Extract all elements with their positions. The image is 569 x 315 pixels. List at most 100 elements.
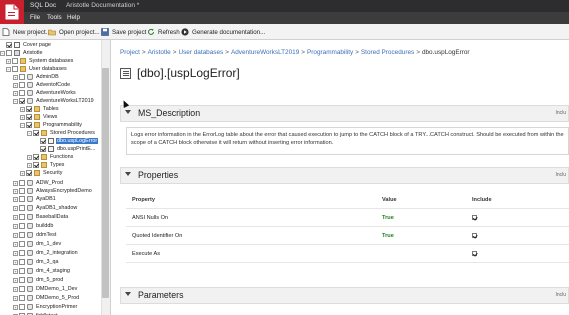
tree-item-proc-selected[interactable]: dbo.uspLogError <box>40 137 99 145</box>
breadcrumb-link[interactable]: Programmability <box>307 49 353 56</box>
expand-icon[interactable]: + <box>13 268 18 274</box>
expand-icon[interactable]: + <box>13 188 18 194</box>
tree-checkbox[interactable] <box>19 205 25 211</box>
tree-scrollbar-thumb[interactable] <box>102 68 109 298</box>
tree-checkbox[interactable] <box>19 74 25 80</box>
expand-icon[interactable]: + <box>13 180 18 186</box>
tree-item-database[interactable]: + AyaDB1_shadow <box>13 204 78 212</box>
collapse-icon[interactable]: − <box>20 122 25 128</box>
tree-checkbox[interactable] <box>19 259 25 265</box>
section-header-description[interactable]: MS_Description Inclu <box>120 105 569 122</box>
expand-icon[interactable]: + <box>27 162 32 168</box>
tree-checkbox[interactable] <box>19 241 25 247</box>
tree-item-proc[interactable]: dbo.uspPrintE... <box>40 145 96 153</box>
tree-checkbox[interactable] <box>19 90 25 96</box>
expand-icon[interactable]: + <box>13 82 18 88</box>
tree-item-database[interactable]: + EncryptionPrimer <box>13 303 78 311</box>
tree-item-system-databases[interactable]: + System databases <box>6 57 74 65</box>
tree-item-database[interactable]: + ADW_Prod <box>13 179 64 187</box>
tree-item-database[interactable]: + dm_3_qa <box>13 258 59 266</box>
tree-checkbox[interactable] <box>19 232 25 238</box>
tree-item-database[interactable]: + BaseballData <box>13 213 69 221</box>
tree-checkbox[interactable] <box>26 170 32 176</box>
expand-icon[interactable]: + <box>13 295 18 301</box>
tree-checkbox[interactable] <box>19 223 25 229</box>
refresh-button[interactable]: Refresh <box>147 27 180 37</box>
tree-item-views[interactable]: + Views <box>20 113 58 121</box>
tree-item-database[interactable]: + AdminDB <box>13 73 60 81</box>
tree-item-database[interactable]: + AdventureWorks <box>13 89 77 97</box>
breadcrumb-link[interactable]: User databases <box>178 49 223 56</box>
tree-item-user-databases[interactable]: − User databases <box>6 65 68 73</box>
tree-checkbox[interactable] <box>19 295 25 301</box>
tree-checkbox[interactable] <box>19 304 25 310</box>
section-header-parameters[interactable]: Parameters Inclu <box>120 287 569 304</box>
expand-icon[interactable]: + <box>6 58 11 64</box>
collapse-caret-icon[interactable] <box>125 292 131 296</box>
tree-item-types[interactable]: + Types <box>27 161 65 169</box>
expand-icon[interactable]: + <box>27 154 32 160</box>
tree-checkbox[interactable] <box>26 122 32 128</box>
tree-item-database[interactable]: + dm_5_prod <box>13 276 64 284</box>
collapse-icon[interactable]: − <box>0 50 5 56</box>
generate-documentation-button[interactable]: Generate documentation... <box>181 27 265 37</box>
expand-icon[interactable]: + <box>13 286 18 292</box>
tree-checkbox[interactable] <box>40 146 46 152</box>
include-checkbox[interactable] <box>472 233 477 240</box>
checkbox-checked-icon[interactable] <box>472 215 477 220</box>
tree-item-database[interactable]: + dm_4_staging <box>13 267 71 275</box>
tree-item-database[interactable]: + AyaDB1 <box>13 195 57 203</box>
tree-item-stored-procedures[interactable]: − Stored Procedures <box>27 129 96 137</box>
expand-icon[interactable]: + <box>20 170 25 176</box>
open-project-button[interactable]: Open project... <box>48 27 100 37</box>
tree-checkbox[interactable] <box>19 188 25 194</box>
checkbox-checked-icon[interactable] <box>472 251 477 256</box>
expand-icon[interactable]: + <box>13 74 18 80</box>
tree-checkbox[interactable] <box>12 58 18 64</box>
collapse-icon[interactable]: − <box>13 98 18 104</box>
tree-checkbox[interactable] <box>26 114 32 120</box>
expand-icon[interactable]: + <box>20 106 25 112</box>
tree-checkbox[interactable] <box>19 98 25 104</box>
breadcrumb-link[interactable]: Aristotle <box>148 49 171 56</box>
tree-item-functions[interactable]: + Functions <box>27 153 74 161</box>
expand-icon[interactable]: + <box>13 241 18 247</box>
section-header-properties[interactable]: Properties Inclu <box>120 167 569 184</box>
tree-item-programmability[interactable]: − Programmability <box>20 121 83 129</box>
tree-checkbox[interactable] <box>19 180 25 186</box>
expand-icon[interactable]: + <box>13 277 18 283</box>
collapse-icon[interactable]: − <box>6 66 11 72</box>
expand-icon[interactable]: + <box>13 304 18 310</box>
tree-checkbox[interactable] <box>33 162 39 168</box>
expand-icon[interactable]: + <box>13 214 18 220</box>
breadcrumb-link[interactable]: Project <box>120 49 140 56</box>
collapse-icon[interactable]: − <box>27 130 32 136</box>
expand-icon[interactable]: + <box>20 114 25 120</box>
expand-icon[interactable]: + <box>13 90 18 96</box>
tree-item-server[interactable]: − Aristotle <box>0 49 43 57</box>
new-project-button[interactable]: New project... <box>2 27 51 37</box>
tree-item-tables[interactable]: + Tables <box>20 105 60 113</box>
save-project-button[interactable]: Save project <box>101 27 146 37</box>
tree-item-database[interactable]: + dm_1_dev <box>13 240 62 248</box>
tree-item-database[interactable]: + DMDemo_5_Prod <box>13 294 80 302</box>
tree-item-cover-page[interactable]: Cover page <box>6 41 52 49</box>
tree-checkbox[interactable] <box>6 50 12 56</box>
tree-checkbox[interactable] <box>12 66 18 72</box>
tree-checkbox[interactable] <box>6 42 12 48</box>
expand-icon[interactable]: + <box>13 250 18 256</box>
tree-item-database[interactable]: + dm_2_integration <box>13 249 79 257</box>
tree-item-database[interactable]: + ddmTest <box>13 231 57 239</box>
tree-item-database[interactable]: + AdventofCode <box>13 81 71 89</box>
expand-icon[interactable]: + <box>13 232 18 238</box>
description-text[interactable]: Logs error information in the ErrorLog t… <box>126 127 569 155</box>
collapse-caret-icon[interactable] <box>125 110 131 114</box>
menu-file[interactable]: File <box>30 14 40 21</box>
tree-checkbox[interactable] <box>19 82 25 88</box>
tree-checkbox[interactable] <box>19 250 25 256</box>
expand-icon[interactable]: + <box>13 196 18 202</box>
collapse-caret-icon[interactable] <box>125 172 131 176</box>
tree-item-database[interactable]: + AlwaysEncryptedDemo <box>13 187 93 195</box>
tree-item-current-database[interactable]: − AdventureWorksLT2019 <box>13 97 95 105</box>
tree-checkbox[interactable] <box>33 154 39 160</box>
